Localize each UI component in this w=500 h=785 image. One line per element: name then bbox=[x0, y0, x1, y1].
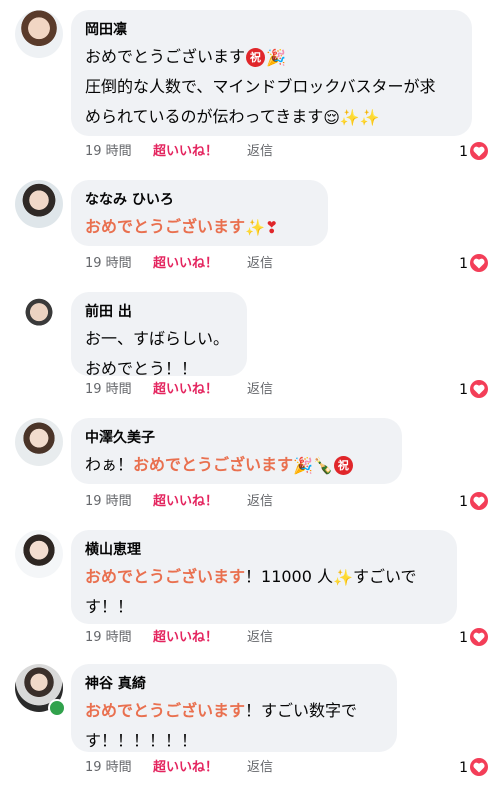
party-popper-emoji: 🎉 bbox=[266, 48, 286, 67]
comment-timestamp[interactable]: 19 時間 bbox=[85, 142, 153, 162]
reaction-count-number: 1 bbox=[459, 256, 468, 272]
comment-text-segment: す！！！！！！ bbox=[85, 731, 198, 750]
comment-line: す！！ bbox=[85, 592, 443, 622]
comment-timestamp[interactable]: 19 時間 bbox=[85, 380, 153, 400]
comment-author-name[interactable]: 神谷 真綺 bbox=[85, 674, 383, 694]
comment-actions: 19 時間 超いいね！ 返信 bbox=[85, 628, 273, 648]
comment-actions: 19 時間 超いいね！ 返信 bbox=[85, 758, 273, 778]
celebration-badge: 祝 bbox=[246, 48, 266, 67]
comment-text-segment: おめでとうございます bbox=[133, 455, 294, 474]
comment-line: おめでとうございます✨❣ bbox=[85, 212, 314, 242]
comment-actions: 19 時間 超いいね！ 返信 bbox=[85, 380, 273, 400]
comment-text-segment: ！11000 人 bbox=[245, 567, 334, 586]
reaction-count[interactable]: 1 bbox=[459, 380, 488, 400]
comment-actions: 19 時間 超いいね！ 返信 bbox=[85, 142, 273, 162]
comment-bubble: 神谷 真綺 おめでとうございます！すごい数字で す！！！！！！ bbox=[71, 664, 397, 752]
comment-author-name[interactable]: 横山恵理 bbox=[85, 540, 443, 560]
comment-line: められているのが伝わってきます😌✨✨ bbox=[85, 102, 458, 132]
comment-text: お一、すばらしい。 おめでとう！！ bbox=[85, 324, 233, 384]
heart-icon bbox=[470, 492, 488, 510]
reply-button[interactable]: 返信 bbox=[247, 758, 273, 778]
comment-timestamp[interactable]: 19 時間 bbox=[85, 758, 153, 778]
comment-actions: 19 時間 超いいね！ 返信 bbox=[85, 492, 273, 512]
sparkles-heart-emoji: ✨❣ bbox=[245, 218, 279, 237]
avatar[interactable] bbox=[15, 10, 63, 58]
comment-timestamp[interactable]: 19 時間 bbox=[85, 628, 153, 648]
comment-timestamp[interactable]: 19 時間 bbox=[85, 254, 153, 274]
heart-icon bbox=[470, 142, 488, 160]
comment-line: 圧倒的な人数で、マインドブロックバスターが求 bbox=[85, 72, 458, 102]
party-champagne-emoji: 🎉🍾 bbox=[293, 456, 333, 475]
super-like-button[interactable]: 超いいね！ bbox=[153, 254, 247, 274]
reply-button[interactable]: 返信 bbox=[247, 492, 273, 512]
avatar[interactable] bbox=[15, 180, 63, 228]
comment-bubble: 横山恵理 おめでとうございます！11000 人✨すごいで す！！ bbox=[71, 530, 457, 624]
comment-bubble: ななみ ひいろ おめでとうございます✨❣ bbox=[71, 180, 328, 246]
comment-text-segment: おめでとうございます bbox=[85, 47, 246, 66]
comment-author-name[interactable]: 中澤久美子 bbox=[85, 428, 388, 448]
super-like-button[interactable]: 超いいね！ bbox=[153, 628, 247, 648]
comment-text-segment: おめでとうございます bbox=[85, 701, 246, 720]
comment-line: す！！！！！！ bbox=[85, 726, 383, 756]
comment-text-segment: おめでとうございます bbox=[85, 567, 246, 586]
comment-text-segment: ！すごい数字で bbox=[245, 701, 358, 720]
comment-line: わぁ！おめでとうございます🎉🍾 祝 bbox=[85, 450, 388, 480]
comment-text-segment: 圧倒的な人数で、マインドブロックバスターが求 bbox=[85, 77, 436, 96]
reaction-count-number: 1 bbox=[459, 494, 468, 510]
reply-button[interactable]: 返信 bbox=[247, 628, 273, 648]
comment-author-name[interactable]: 前田 出 bbox=[85, 302, 233, 322]
heart-icon bbox=[470, 254, 488, 272]
comment-text-segment: おめでとう！！ bbox=[85, 359, 198, 378]
comment-text-segment: お一、すばらしい。 bbox=[85, 329, 230, 348]
comment-bubble: 前田 出 お一、すばらしい。 おめでとう！！ bbox=[71, 292, 247, 378]
comment-bubble: 中澤久美子 わぁ！おめでとうございます🎉🍾 祝 bbox=[71, 418, 402, 484]
comment-line: おめでとうございます！11000 人✨すごいで bbox=[85, 562, 443, 592]
comment-line: おめでとうございます祝 🎉 bbox=[85, 42, 458, 72]
comment-text: おめでとうございます！すごい数字で す！！！！！！ bbox=[85, 696, 383, 756]
reaction-count[interactable]: 1 bbox=[459, 628, 488, 648]
reaction-count-number: 1 bbox=[459, 760, 468, 776]
reaction-count[interactable]: 1 bbox=[459, 758, 488, 778]
comment-bubble: 岡田凛 おめでとうございます祝 🎉 圧倒的な人数で、マインドブロックバスターが求 … bbox=[71, 10, 472, 136]
avatar[interactable] bbox=[15, 292, 63, 340]
comment-text-segment: わぁ！ bbox=[85, 455, 134, 474]
comment-text: おめでとうございます祝 🎉 圧倒的な人数で、マインドブロックバスターが求 められて… bbox=[85, 42, 458, 132]
comment-line: お一、すばらしい。 bbox=[85, 324, 233, 354]
super-like-button[interactable]: 超いいね！ bbox=[153, 380, 247, 400]
comment-author-name[interactable]: ななみ ひいろ bbox=[85, 190, 314, 210]
online-status-indicator bbox=[48, 699, 66, 717]
comment-text-segment: す！！ bbox=[85, 597, 134, 616]
comment-text-segment: すごいで bbox=[352, 567, 417, 586]
comment-actions: 19 時間 超いいね！ 返信 bbox=[85, 254, 273, 274]
celebration-badge: 祝 bbox=[333, 456, 353, 475]
super-like-button[interactable]: 超いいね！ bbox=[153, 492, 247, 512]
reply-button[interactable]: 返信 bbox=[247, 254, 273, 274]
heart-icon bbox=[470, 380, 488, 398]
comment-text: おめでとうございます！11000 人✨すごいで す！！ bbox=[85, 562, 443, 622]
super-like-button[interactable]: 超いいね！ bbox=[153, 758, 247, 778]
comment-timestamp[interactable]: 19 時間 bbox=[85, 492, 153, 512]
reaction-count[interactable]: 1 bbox=[459, 492, 488, 512]
reaction-count[interactable]: 1 bbox=[459, 142, 488, 162]
relieved-sparkles-emoji: 😌✨✨ bbox=[323, 108, 380, 127]
super-like-button[interactable]: 超いいね！ bbox=[153, 142, 247, 162]
reaction-count[interactable]: 1 bbox=[459, 254, 488, 274]
heart-icon bbox=[470, 628, 488, 646]
reply-button[interactable]: 返信 bbox=[247, 380, 273, 400]
reaction-count-number: 1 bbox=[459, 382, 468, 398]
reply-button[interactable]: 返信 bbox=[247, 142, 273, 162]
heart-icon bbox=[470, 758, 488, 776]
reaction-count-number: 1 bbox=[459, 630, 468, 646]
comment-text: わぁ！おめでとうございます🎉🍾 祝 bbox=[85, 450, 388, 480]
comment-line: おめでとうございます！すごい数字で bbox=[85, 696, 383, 726]
comment-author-name[interactable]: 岡田凛 bbox=[85, 20, 458, 40]
avatar[interactable] bbox=[15, 418, 63, 466]
comment-text-segment: められているのが伝わってきます bbox=[85, 107, 324, 126]
avatar[interactable] bbox=[15, 530, 63, 578]
sparkles-emoji: ✨ bbox=[333, 568, 353, 587]
comment-text: おめでとうございます✨❣ bbox=[85, 212, 314, 242]
reaction-count-number: 1 bbox=[459, 144, 468, 160]
comment-text-segment: おめでとうございます bbox=[85, 217, 246, 236]
